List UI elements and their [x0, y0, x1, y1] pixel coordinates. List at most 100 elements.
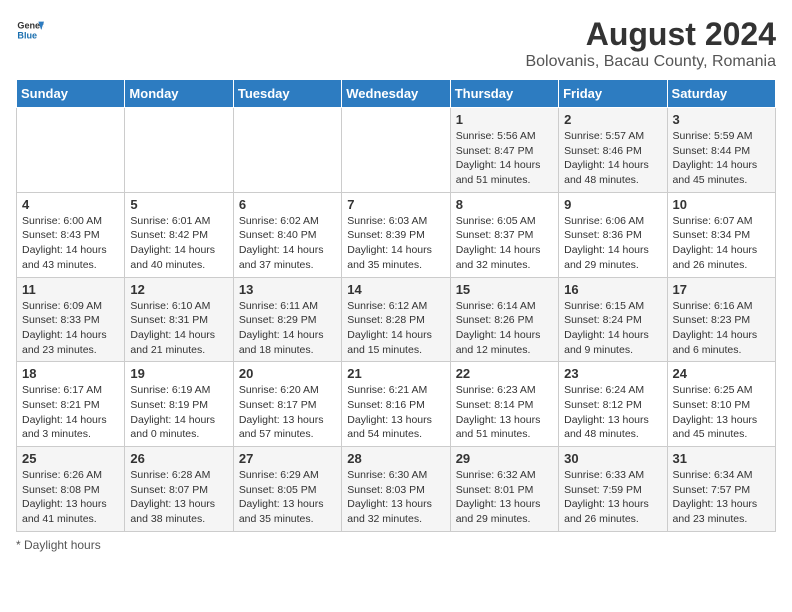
day-info: Sunrise: 6:34 AMSunset: 7:57 PMDaylight:… [673, 468, 770, 527]
day-number: 23 [564, 366, 661, 381]
day-header-thursday: Thursday [450, 80, 558, 108]
title-area: August 2024 Bolovanis, Bacau County, Rom… [525, 16, 776, 71]
day-info: Sunrise: 6:07 AMSunset: 8:34 PMDaylight:… [673, 214, 770, 273]
day-info: Sunrise: 6:19 AMSunset: 8:19 PMDaylight:… [130, 383, 227, 442]
calendar-cell: 12 Sunrise: 6:10 AMSunset: 8:31 PMDayligh… [125, 277, 233, 362]
calendar-cell: 27Sunrise: 6:29 AMSunset: 8:05 PMDayligh… [233, 447, 341, 532]
day-number: 1 [456, 112, 553, 127]
day-info: Sunrise: 5:59 AMSunset: 8:44 PMDaylight:… [673, 129, 770, 188]
day-number: 16 [564, 282, 661, 297]
subtitle: Bolovanis, Bacau County, Romania [525, 53, 776, 71]
day-header-friday: Friday [559, 80, 667, 108]
calendar: SundayMondayTuesdayWednesdayThursdayFrid… [16, 79, 776, 532]
calendar-cell: 8 Sunrise: 6:05 AMSunset: 8:37 PMDaylight… [450, 192, 558, 277]
svg-text:Blue: Blue [17, 30, 37, 40]
day-info: Sunrise: 6:30 AMSunset: 8:03 PMDaylight:… [347, 468, 444, 527]
calendar-cell: 10 Sunrise: 6:07 AMSunset: 8:34 PMDayligh… [667, 192, 775, 277]
main-title: August 2024 [525, 16, 776, 53]
day-number: 13 [239, 282, 336, 297]
day-number: 11 [22, 282, 119, 297]
day-info: Sunrise: 6:33 AMSunset: 7:59 PMDaylight:… [564, 468, 661, 527]
calendar-cell: 23 Sunrise: 6:24 AMSunset: 8:12 PMDayligh… [559, 362, 667, 447]
day-info: Sunrise: 6:11 AMSunset: 8:29 PMDaylight:… [239, 299, 336, 358]
day-number: 15 [456, 282, 553, 297]
day-number: 31 [673, 451, 770, 466]
day-header-tuesday: Tuesday [233, 80, 341, 108]
calendar-cell: 31 Sunrise: 6:34 AMSunset: 7:57 PMDayligh… [667, 447, 775, 532]
day-info: Sunrise: 6:26 AMSunset: 8:08 PMDaylight:… [22, 468, 119, 527]
header: General Blue August 2024 Bolovanis, Baca… [16, 16, 776, 71]
day-number: 2 [564, 112, 661, 127]
calendar-cell: 22 Sunrise: 6:23 AMSunset: 8:14 PMDayligh… [450, 362, 558, 447]
day-info: Sunrise: 5:56 AMSunset: 8:47 PMDaylight:… [456, 129, 553, 188]
days-header-row: SundayMondayTuesdayWednesdayThursdayFrid… [17, 80, 776, 108]
calendar-cell: 18Sunrise: 6:17 AMSunset: 8:21 PMDayligh… [17, 362, 125, 447]
day-header-saturday: Saturday [667, 80, 775, 108]
day-number: 26 [130, 451, 227, 466]
calendar-cell: 14 Sunrise: 6:12 AMSunset: 8:28 PMDayligh… [342, 277, 450, 362]
day-info: Sunrise: 6:23 AMSunset: 8:14 PMDaylight:… [456, 383, 553, 442]
calendar-cell: 5 Sunrise: 6:01 AMSunset: 8:42 PMDaylight… [125, 192, 233, 277]
calendar-cell: 16 Sunrise: 6:15 AMSunset: 8:24 PMDayligh… [559, 277, 667, 362]
day-info: Sunrise: 6:01 AMSunset: 8:42 PMDaylight:… [130, 214, 227, 273]
calendar-cell: 24Sunrise: 6:25 AMSunset: 8:10 PMDayligh… [667, 362, 775, 447]
week-row-1: 1 Sunrise: 5:56 AMSunset: 8:47 PMDaylight… [17, 108, 776, 193]
calendar-cell: 7Sunrise: 6:03 AMSunset: 8:39 PMDaylight… [342, 192, 450, 277]
day-info: Sunrise: 6:15 AMSunset: 8:24 PMDaylight:… [564, 299, 661, 358]
calendar-cell: 15Sunrise: 6:14 AMSunset: 8:26 PMDayligh… [450, 277, 558, 362]
calendar-cell: 19 Sunrise: 6:19 AMSunset: 8:19 PMDayligh… [125, 362, 233, 447]
day-number: 6 [239, 197, 336, 212]
day-number: 14 [347, 282, 444, 297]
week-row-5: 25 Sunrise: 6:26 AMSunset: 8:08 PMDayligh… [17, 447, 776, 532]
calendar-cell: 30 Sunrise: 6:33 AMSunset: 7:59 PMDayligh… [559, 447, 667, 532]
day-number: 22 [456, 366, 553, 381]
calendar-cell [233, 108, 341, 193]
calendar-cell: 1 Sunrise: 5:56 AMSunset: 8:47 PMDaylight… [450, 108, 558, 193]
day-info: Sunrise: 5:57 AMSunset: 8:46 PMDaylight:… [564, 129, 661, 188]
day-number: 5 [130, 197, 227, 212]
day-info: Sunrise: 6:17 AMSunset: 8:21 PMDaylight:… [22, 383, 119, 442]
calendar-cell: 13 Sunrise: 6:11 AMSunset: 8:29 PMDayligh… [233, 277, 341, 362]
calendar-cell: 21Sunrise: 6:21 AMSunset: 8:16 PMDayligh… [342, 362, 450, 447]
day-number: 12 [130, 282, 227, 297]
day-header-monday: Monday [125, 80, 233, 108]
calendar-cell: 25 Sunrise: 6:26 AMSunset: 8:08 PMDayligh… [17, 447, 125, 532]
day-info: Sunrise: 6:02 AMSunset: 8:40 PMDaylight:… [239, 214, 336, 273]
calendar-cell: 6 Sunrise: 6:02 AMSunset: 8:40 PMDaylight… [233, 192, 341, 277]
day-number: 3 [673, 112, 770, 127]
calendar-cell: 29 Sunrise: 6:32 AMSunset: 8:01 PMDayligh… [450, 447, 558, 532]
day-number: 21 [347, 366, 444, 381]
day-info: Sunrise: 6:24 AMSunset: 8:12 PMDaylight:… [564, 383, 661, 442]
day-info: Sunrise: 6:32 AMSunset: 8:01 PMDaylight:… [456, 468, 553, 527]
week-row-2: 4Sunrise: 6:00 AMSunset: 8:43 PMDaylight… [17, 192, 776, 277]
calendar-cell: 2 Sunrise: 5:57 AMSunset: 8:46 PMDaylight… [559, 108, 667, 193]
calendar-cell: 9 Sunrise: 6:06 AMSunset: 8:36 PMDaylight… [559, 192, 667, 277]
day-number: 9 [564, 197, 661, 212]
day-number: 19 [130, 366, 227, 381]
day-header-sunday: Sunday [17, 80, 125, 108]
day-info: Sunrise: 6:05 AMSunset: 8:37 PMDaylight:… [456, 214, 553, 273]
calendar-cell: 3 Sunrise: 5:59 AMSunset: 8:44 PMDaylight… [667, 108, 775, 193]
day-number: 29 [456, 451, 553, 466]
footer-note: * Daylight hours [16, 538, 776, 552]
day-info: Sunrise: 6:16 AMSunset: 8:23 PMDaylight:… [673, 299, 770, 358]
logo-icon: General Blue [16, 16, 44, 44]
calendar-cell: 28 Sunrise: 6:30 AMSunset: 8:03 PMDayligh… [342, 447, 450, 532]
day-number: 8 [456, 197, 553, 212]
calendar-cell [17, 108, 125, 193]
calendar-cell: 20Sunrise: 6:20 AMSunset: 8:17 PMDayligh… [233, 362, 341, 447]
logo: General Blue [16, 16, 44, 44]
day-number: 17 [673, 282, 770, 297]
day-number: 28 [347, 451, 444, 466]
day-info: Sunrise: 6:10 AMSunset: 8:31 PMDaylight:… [130, 299, 227, 358]
week-row-3: 11 Sunrise: 6:09 AMSunset: 8:33 PMDayligh… [17, 277, 776, 362]
day-info: Sunrise: 6:06 AMSunset: 8:36 PMDaylight:… [564, 214, 661, 273]
day-number: 10 [673, 197, 770, 212]
day-number: 30 [564, 451, 661, 466]
day-number: 25 [22, 451, 119, 466]
day-info: Sunrise: 6:12 AMSunset: 8:28 PMDaylight:… [347, 299, 444, 358]
day-number: 27 [239, 451, 336, 466]
day-info: Sunrise: 6:09 AMSunset: 8:33 PMDaylight:… [22, 299, 119, 358]
calendar-cell [342, 108, 450, 193]
calendar-cell [125, 108, 233, 193]
